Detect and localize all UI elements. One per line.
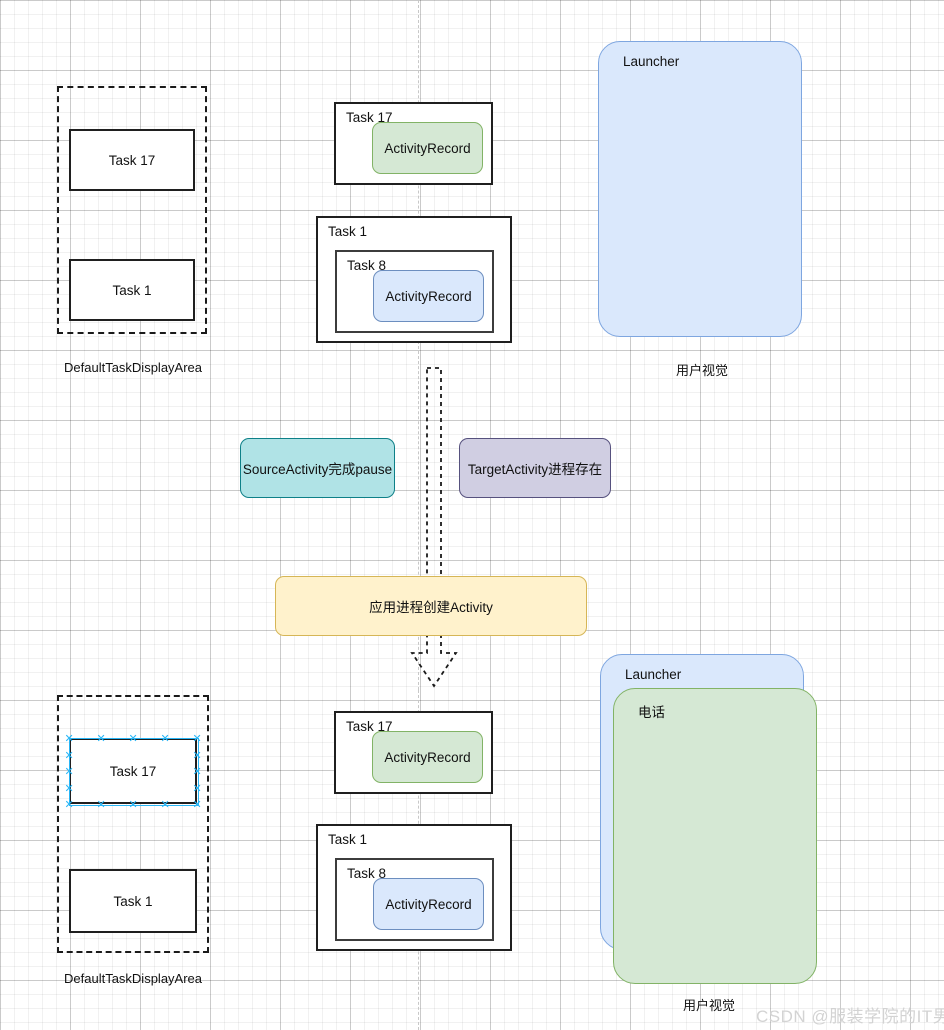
bottom-screen-caption: 用户视觉 [683, 998, 736, 1013]
bottom-task-17-box[interactable]: Task 17 [69, 738, 197, 804]
selection-handle[interactable]: ✕ [97, 733, 106, 744]
bottom-display-area-caption: DefaultTaskDisplayArea [64, 971, 203, 986]
note-target-activity-process-label: TargetActivity进程存在 [467, 462, 603, 477]
selection-handle[interactable]: ✕ [65, 783, 74, 794]
top-screen-caption: 用户视觉 [676, 363, 729, 378]
note-source-activity-pause-label: SourceActivity完成pause [242, 462, 393, 477]
note-create-activity[interactable]: 应用进程创建Activity [275, 576, 587, 636]
top-stack-task-17-box[interactable]: Task 17 ActivityRecord [334, 102, 493, 185]
selection-handle[interactable]: ✕ [97, 799, 106, 810]
top-stack-task-8-activity-record-label: ActivityRecord [385, 288, 472, 304]
top-task-17-box[interactable]: Task 17 [69, 129, 195, 191]
note-target-activity-process[interactable]: TargetActivity进程存在 [459, 438, 611, 498]
note-create-activity-label: 应用进程创建Activity [369, 600, 493, 615]
bottom-stack-task-17-box[interactable]: Task 17 ActivityRecord [334, 711, 493, 794]
top-stack-task-17-activity-record-label: ActivityRecord [384, 140, 471, 156]
bottom-screen-phone-window[interactable]: 电话 [613, 688, 817, 984]
top-task-1-label: Task 1 [112, 282, 152, 298]
top-task-1-box[interactable]: Task 1 [69, 259, 195, 321]
selection-handle[interactable]: ✕ [129, 733, 138, 744]
top-stack-task-8-activity-record[interactable]: ActivityRecord [373, 270, 484, 322]
bottom-task-1-label: Task 1 [113, 893, 153, 909]
selection-handle[interactable]: ✕ [193, 750, 202, 761]
top-screen-launcher-title: Launcher [623, 54, 680, 69]
csdn-watermark: CSDN @服装学院的IT男 [756, 1007, 944, 1026]
top-task-17-label: Task 17 [108, 152, 156, 168]
bottom-task-17-label: Task 17 [109, 763, 157, 779]
bottom-task-1-box[interactable]: Task 1 [69, 869, 197, 933]
selection-handle[interactable]: ✕ [65, 766, 74, 777]
selection-handle[interactable]: ✕ [65, 799, 74, 810]
top-stack-task-17-activity-record[interactable]: ActivityRecord [372, 122, 483, 174]
top-screen-launcher-window[interactable]: Launcher [598, 41, 802, 337]
selection-handle[interactable]: ✕ [193, 799, 202, 810]
bottom-stack-task-8-activity-record-label: ActivityRecord [385, 896, 472, 912]
top-stack-task-1-title: Task 1 [328, 224, 368, 239]
bottom-stack-task-1-box[interactable]: Task 1 Task 8 ActivityRecord [316, 824, 512, 951]
bottom-stack-task-17-activity-record[interactable]: ActivityRecord [372, 731, 483, 783]
selection-handle[interactable]: ✕ [193, 766, 202, 777]
selection-handle[interactable]: ✕ [65, 733, 74, 744]
bottom-stack-task-8-activity-record[interactable]: ActivityRecord [373, 878, 484, 930]
bottom-screen-phone-title: 电话 [638, 705, 665, 720]
bottom-stack-task-1-title: Task 1 [328, 832, 368, 847]
selection-handle[interactable]: ✕ [193, 733, 202, 744]
bottom-stack-task-17-activity-record-label: ActivityRecord [384, 749, 471, 765]
note-source-activity-pause[interactable]: SourceActivity完成pause [240, 438, 395, 498]
diagram-canvas: Task 17 Task 1 DefaultTaskDisplayArea Ta… [0, 0, 944, 1030]
selection-handle[interactable]: ✕ [161, 799, 170, 810]
selection-handle[interactable]: ✕ [161, 733, 170, 744]
bottom-stack-task-8-box[interactable]: Task 8 ActivityRecord [335, 858, 494, 941]
top-display-area-caption: DefaultTaskDisplayArea [64, 360, 203, 375]
top-stack-task-1-box[interactable]: Task 1 Task 8 ActivityRecord [316, 216, 512, 343]
bottom-screen-launcher-title: Launcher [625, 667, 682, 682]
top-stack-task-8-box[interactable]: Task 8 ActivityRecord [335, 250, 494, 333]
selection-handle[interactable]: ✕ [193, 783, 202, 794]
selection-handle[interactable]: ✕ [65, 750, 74, 761]
selection-handle[interactable]: ✕ [129, 799, 138, 810]
